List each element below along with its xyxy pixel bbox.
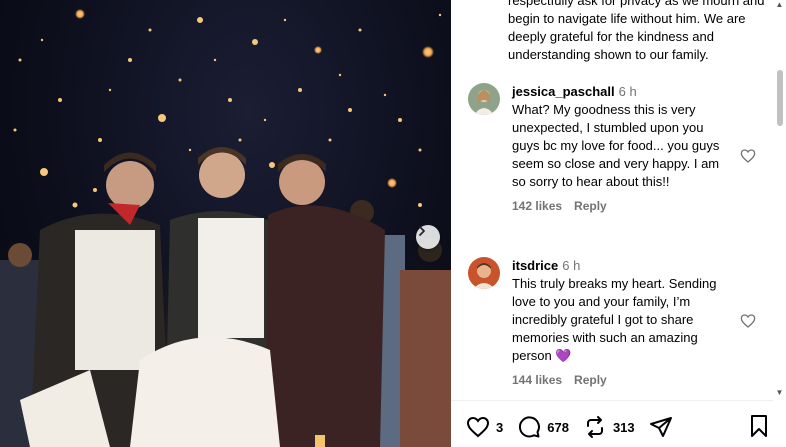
scrollbar-thumb[interactable] [777, 70, 783, 126]
reply-button[interactable]: Reply [574, 373, 607, 387]
share-button[interactable] [649, 415, 673, 439]
comment-text: What? My goodness this is very unexpecte… [512, 102, 720, 189]
photo-illustration [0, 9, 451, 447]
heart-icon[interactable] [740, 313, 756, 329]
repost-count: 313 [612, 419, 635, 435]
avatar[interactable] [468, 257, 500, 289]
comment-text: This truly breaks my heart. Sending love… [512, 276, 717, 363]
like-count: 3 [496, 419, 504, 435]
next-photo-button[interactable] [416, 225, 440, 249]
comment-username[interactable]: itsdrice [512, 258, 558, 273]
comment-likes[interactable]: 142 likes [512, 199, 562, 213]
avatar[interactable] [468, 83, 500, 115]
repost-icon [586, 416, 603, 438]
scroll-down-arrow[interactable]: ▼ [775, 388, 784, 398]
comment-time: 6 h [618, 84, 637, 99]
heart-icon [466, 416, 490, 438]
post-action-bar: 3 678 313 [466, 413, 687, 441]
send-icon [649, 417, 672, 437]
reply-button[interactable]: Reply [574, 199, 607, 213]
comments-scrollbar[interactable] [773, 0, 786, 400]
action-bar-divider [451, 400, 773, 401]
comment-button[interactable]: 678 [517, 415, 569, 439]
repost-button[interactable]: 313 [583, 415, 635, 439]
save-button[interactable] [748, 414, 770, 443]
post-caption: respectfully ask for privacy as we mourn… [508, 0, 765, 62]
comment-icon [519, 416, 541, 438]
like-button[interactable]: 3 [466, 415, 503, 439]
post-photo [0, 0, 451, 447]
bookmark-icon [751, 415, 767, 437]
heart-icon[interactable] [740, 148, 756, 164]
main-people [20, 147, 385, 447]
comment-username[interactable]: jessica_paschall [512, 84, 615, 99]
chevron-right-icon [419, 226, 425, 236]
comment-time: 6 h [562, 258, 581, 273]
scroll-up-arrow[interactable]: ▲ [775, 0, 784, 10]
comment-count: 678 [547, 419, 569, 435]
comment-likes[interactable]: 144 likes [512, 373, 562, 387]
